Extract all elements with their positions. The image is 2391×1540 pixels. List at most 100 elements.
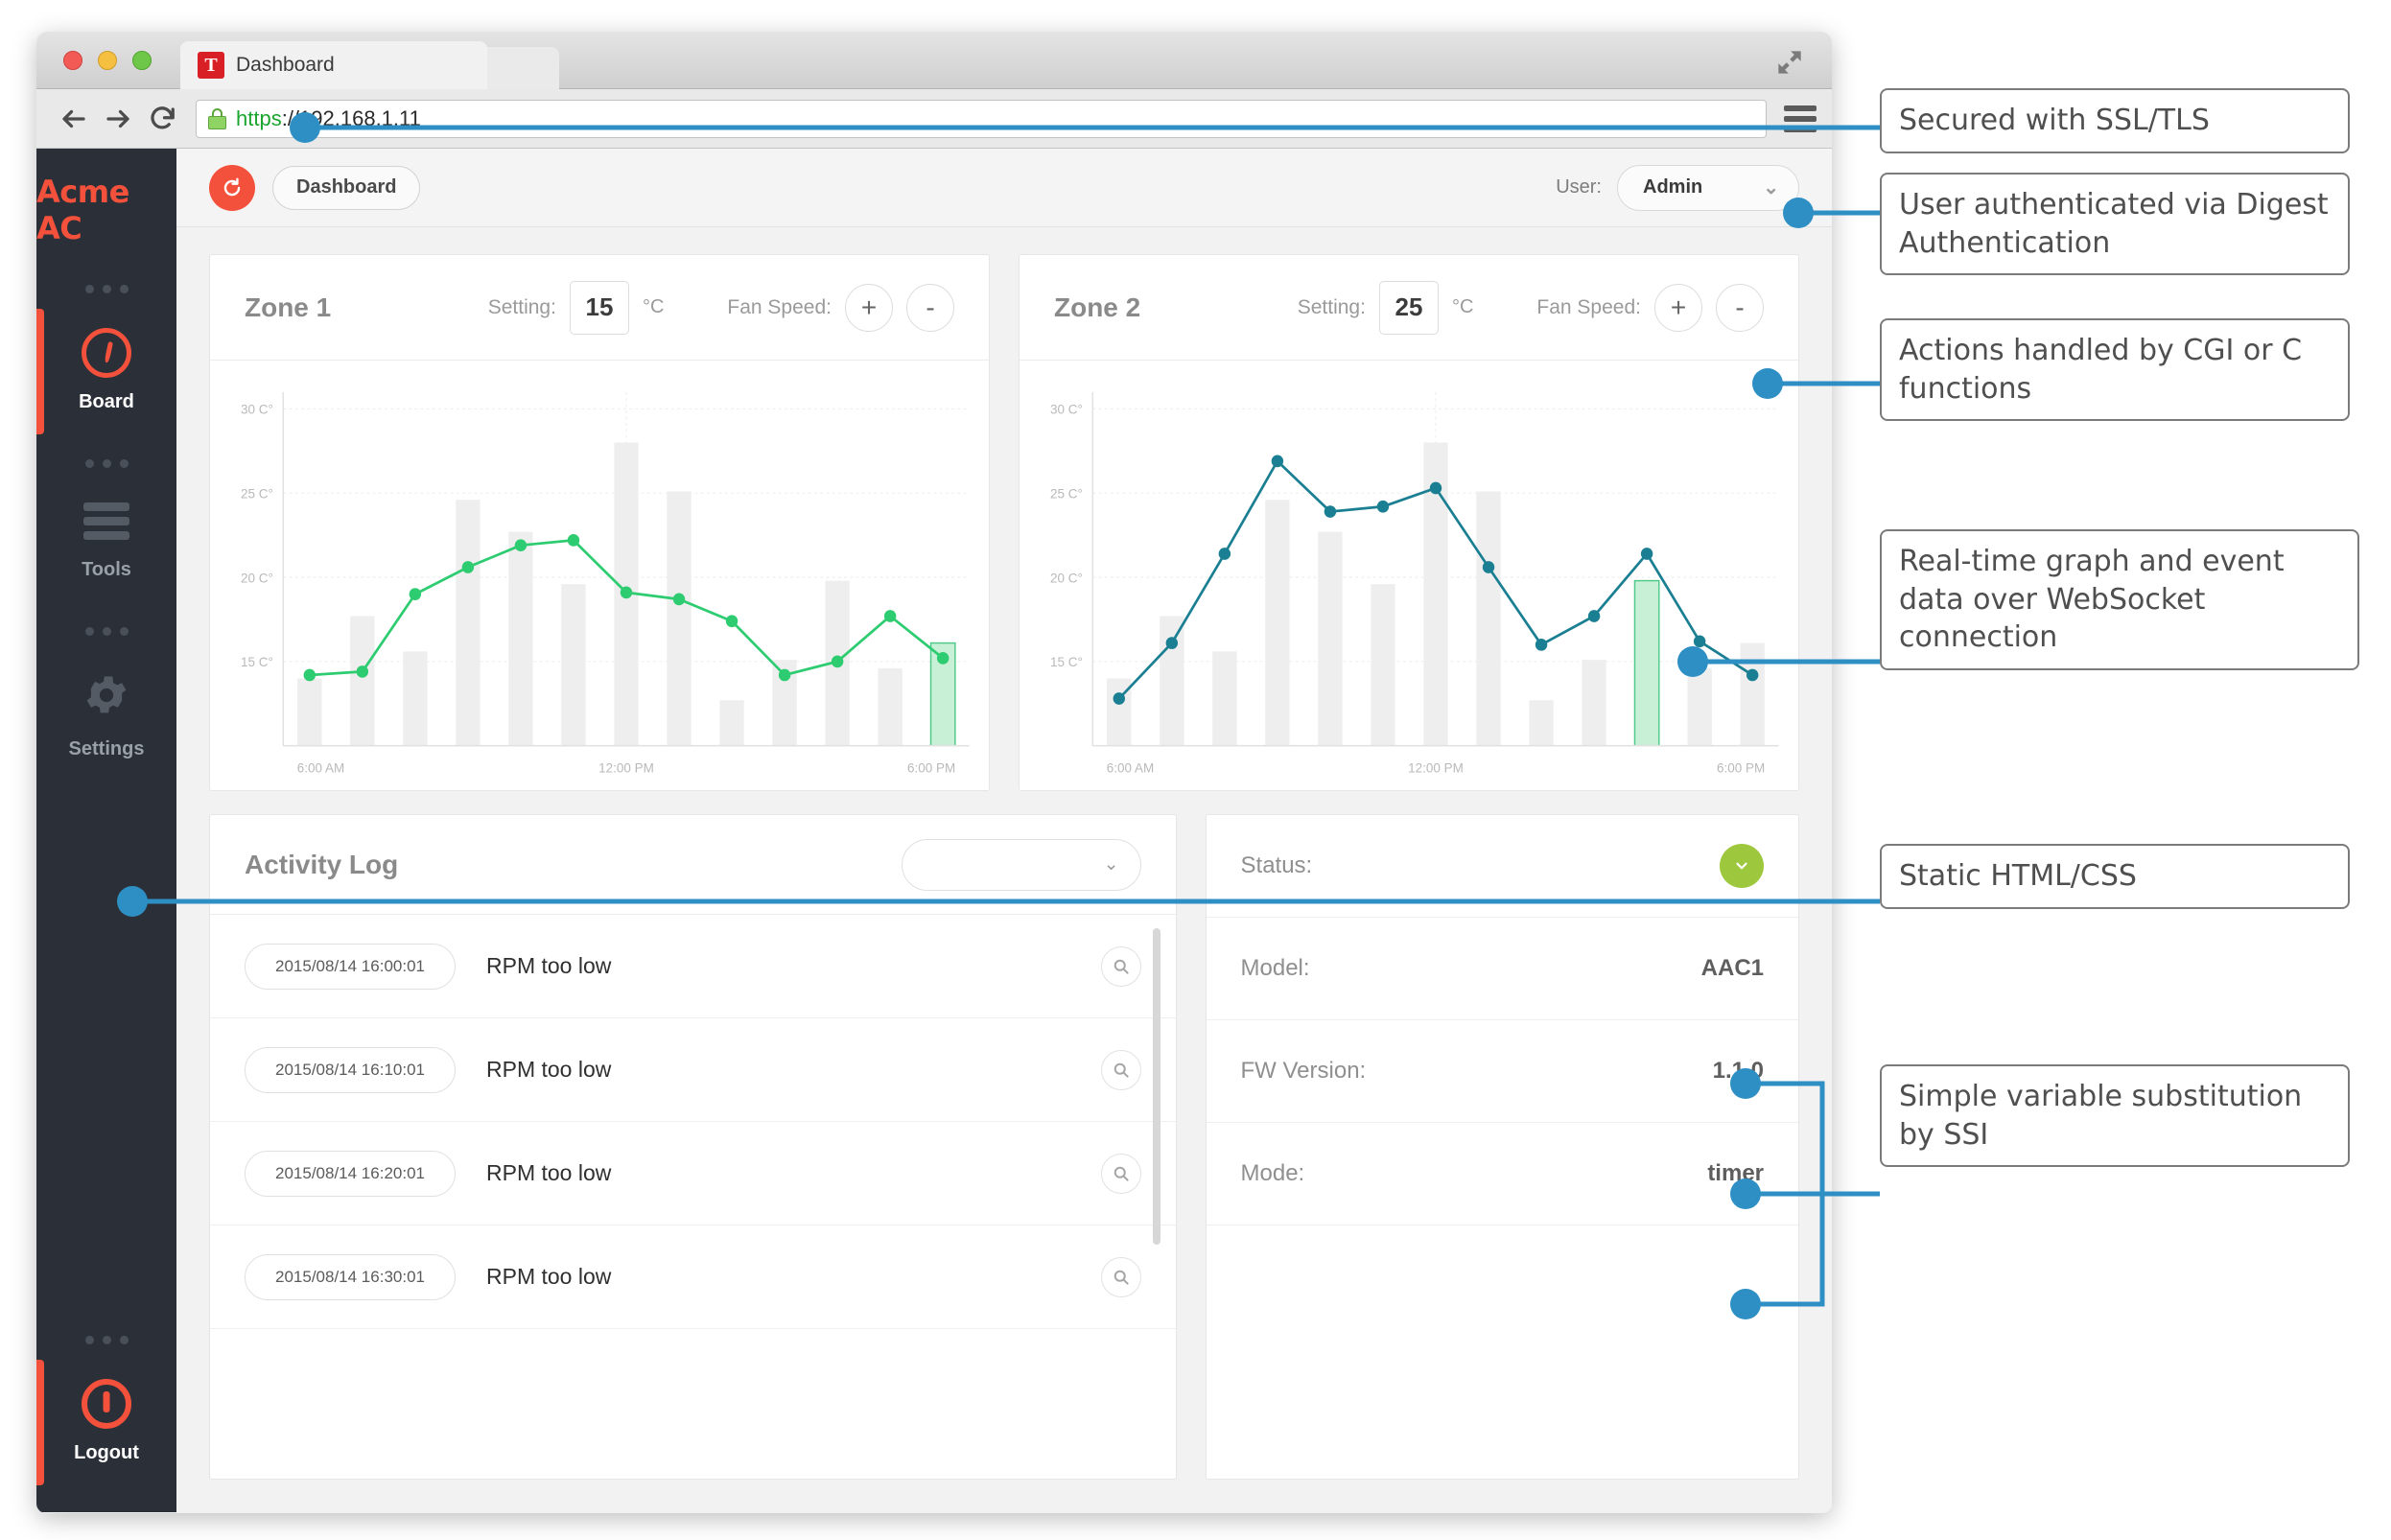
activity-log-header: Activity Log ⌄ <box>210 815 1176 915</box>
sidebar-item-label: Tools <box>82 559 131 580</box>
status-label: Status: <box>1240 852 1313 878</box>
browser-window: T Dashboard https://192.168.1.11 Acme AC… <box>36 32 1832 1513</box>
magnifier-icon[interactable] <box>1100 1049 1141 1090</box>
svg-text:15 C°: 15 C° <box>241 655 273 669</box>
expand-icon[interactable] <box>1776 49 1803 76</box>
temperature-unit: °C <box>1451 296 1474 317</box>
window-controls[interactable] <box>63 51 152 70</box>
status-row-fw-version: FW Version: 1.1.0 <box>1206 1020 1798 1123</box>
tab-title: Dashboard <box>236 54 335 76</box>
zone-header: Zone 1 Setting: 15 °C Fan Speed: + - <box>210 255 989 361</box>
svg-text:25 C°: 25 C° <box>241 486 273 501</box>
url-scheme: https <box>236 105 282 130</box>
fan-speed-group: Fan Speed: + - <box>1536 283 1764 332</box>
hamburger-menu-icon[interactable] <box>1784 105 1817 132</box>
table-row[interactable]: 2015/08/14 16:00:01 RPM too low <box>210 915 1176 1018</box>
sidebar-item-label: Logout <box>74 1442 139 1463</box>
back-icon[interactable] <box>52 100 96 138</box>
sidebar-item-logout[interactable]: Logout <box>36 1360 176 1485</box>
app-container: Acme AC Board Tools Settings Logout Dash… <box>36 149 1832 1512</box>
callout-static-html: Static HTML/CSS <box>1880 844 2350 909</box>
scrollbar-thumb[interactable] <box>1152 928 1160 1245</box>
sidebar-divider-dots <box>84 1336 129 1344</box>
zone-setting-group: Setting: 15 °C <box>487 280 665 335</box>
svg-text:12:00 PM: 12:00 PM <box>598 760 654 775</box>
user-select[interactable]: Admin ⌄ <box>1617 164 1799 211</box>
zone-title: Zone 1 <box>245 292 332 322</box>
log-timestamp: 2015/08/14 16:00:01 <box>245 943 456 990</box>
model-value: AAC1 <box>1700 955 1764 981</box>
dashboard-button[interactable]: Dashboard <box>272 165 421 210</box>
fan-speed-group: Fan Speed: + - <box>727 283 954 332</box>
address-bar[interactable]: https://192.168.1.11 <box>196 99 1767 138</box>
lock-icon <box>208 107 226 129</box>
browser-titlebar: T Dashboard <box>36 32 1832 89</box>
zone-chart-2: 15 C° 20 C° 25 C° 30 C° 6:00 AM 12:00 PM 6:00 … <box>1020 361 1798 790</box>
close-window-button[interactable] <box>63 51 82 70</box>
svg-text:25 C°: 25 C° <box>1050 486 1083 501</box>
gear-icon <box>82 670 131 725</box>
temperature-unit: °C <box>642 296 665 317</box>
setting-label: Setting: <box>1297 295 1366 318</box>
sidebar-divider-dots <box>84 285 129 293</box>
user-label: User: <box>1556 176 1602 198</box>
sidebar: Acme AC Board Tools Settings Logout <box>36 149 176 1512</box>
toolbar-right: User: Admin ⌄ <box>1556 164 1799 211</box>
log-message: RPM too low <box>486 1264 612 1289</box>
setting-label: Setting: <box>487 295 556 318</box>
sidebar-item-settings[interactable]: Settings <box>36 665 176 768</box>
setting-value-input[interactable]: 15 <box>569 280 629 335</box>
svg-text:6:00 AM: 6:00 AM <box>297 760 344 775</box>
gauge-icon <box>82 328 131 378</box>
app-toolbar: Dashboard User: Admin ⌄ <box>176 149 1832 227</box>
log-message: RPM too low <box>486 953 612 978</box>
status-row-mode: Mode: timer <box>1206 1123 1798 1225</box>
fan-speed-increase-button[interactable]: + <box>1654 283 1702 332</box>
zone-header: Zone 2 Setting: 25 °C Fan Speed: + - <box>1020 255 1798 361</box>
svg-text:20 C°: 20 C° <box>1050 571 1083 585</box>
table-row[interactable]: 2015/08/14 16:30:01 RPM too low <box>210 1225 1176 1329</box>
callout-digest-auth: User authenticated via Digest Authentica… <box>1880 173 2350 276</box>
setting-value-input[interactable]: 25 <box>1378 280 1439 335</box>
sidebar-item-board[interactable]: Board <box>36 309 176 434</box>
svg-text:6:00 PM: 6:00 PM <box>907 760 955 775</box>
status-badge[interactable] <box>1720 844 1764 888</box>
status-row-model: Model: AAC1 <box>1206 918 1798 1020</box>
log-timestamp: 2015/08/14 16:30:01 <box>245 1253 456 1300</box>
zone-setting-group: Setting: 25 °C <box>1297 280 1474 335</box>
sidebar-item-tools[interactable]: Tools <box>36 497 176 589</box>
user-select-value: Admin <box>1643 176 1703 198</box>
browser-navbar: https://192.168.1.11 <box>36 89 1832 149</box>
fan-speed-decrease-button[interactable]: - <box>1716 283 1764 332</box>
svg-text:30 C°: 30 C° <box>241 403 273 417</box>
maximize-window-button[interactable] <box>132 51 152 70</box>
fan-speed-decrease-button[interactable]: - <box>906 283 954 332</box>
svg-text:12:00 PM: 12:00 PM <box>1408 760 1464 775</box>
url-text: https://192.168.1.11 <box>236 106 421 131</box>
callout-ssi: Simple variable substitution by SSI <box>1880 1064 2350 1168</box>
forward-icon[interactable] <box>96 100 140 138</box>
zone-card-1: Zone 1 Setting: 15 °C Fan Speed: + - 15 … <box>209 254 990 791</box>
svg-text:6:00 AM: 6:00 AM <box>1107 760 1154 775</box>
magnifier-icon[interactable] <box>1100 1153 1141 1194</box>
screenshot-root: T Dashboard https://192.168.1.11 Acme AC… <box>0 0 2391 1540</box>
main-content: Dashboard User: Admin ⌄ Zone 1 Setting: … <box>176 149 1832 1512</box>
sidebar-item-label: Settings <box>68 738 145 759</box>
activity-log-list: 2015/08/14 16:00:01 RPM too low 2015/08/… <box>210 915 1176 1479</box>
table-row[interactable]: 2015/08/14 16:20:01 RPM too low <box>210 1122 1176 1225</box>
status-card: Status: Model: AAC1 FW Version: 1.1.0 Mo… <box>1205 814 1799 1480</box>
activity-log-title: Activity Log <box>245 849 399 879</box>
magnifier-icon[interactable] <box>1100 945 1141 987</box>
fan-speed-increase-button[interactable]: + <box>845 283 893 332</box>
bottom-row: Activity Log ⌄ 2015/08/14 16:00:01 RPM t… <box>209 814 1799 1480</box>
activity-log-filter-select[interactable]: ⌄ <box>901 838 1141 891</box>
minimize-window-button[interactable] <box>98 51 117 70</box>
status-row-status: Status: <box>1206 815 1798 918</box>
browser-tab[interactable]: T Dashboard <box>180 41 487 89</box>
fw-version-label: FW Version: <box>1240 1058 1367 1084</box>
refresh-circle-icon[interactable] <box>209 164 255 211</box>
mode-label: Mode: <box>1240 1160 1305 1186</box>
table-row[interactable]: 2015/08/14 16:10:01 RPM too low <box>210 1018 1176 1122</box>
reload-icon[interactable] <box>140 100 184 138</box>
magnifier-icon[interactable] <box>1100 1256 1141 1297</box>
